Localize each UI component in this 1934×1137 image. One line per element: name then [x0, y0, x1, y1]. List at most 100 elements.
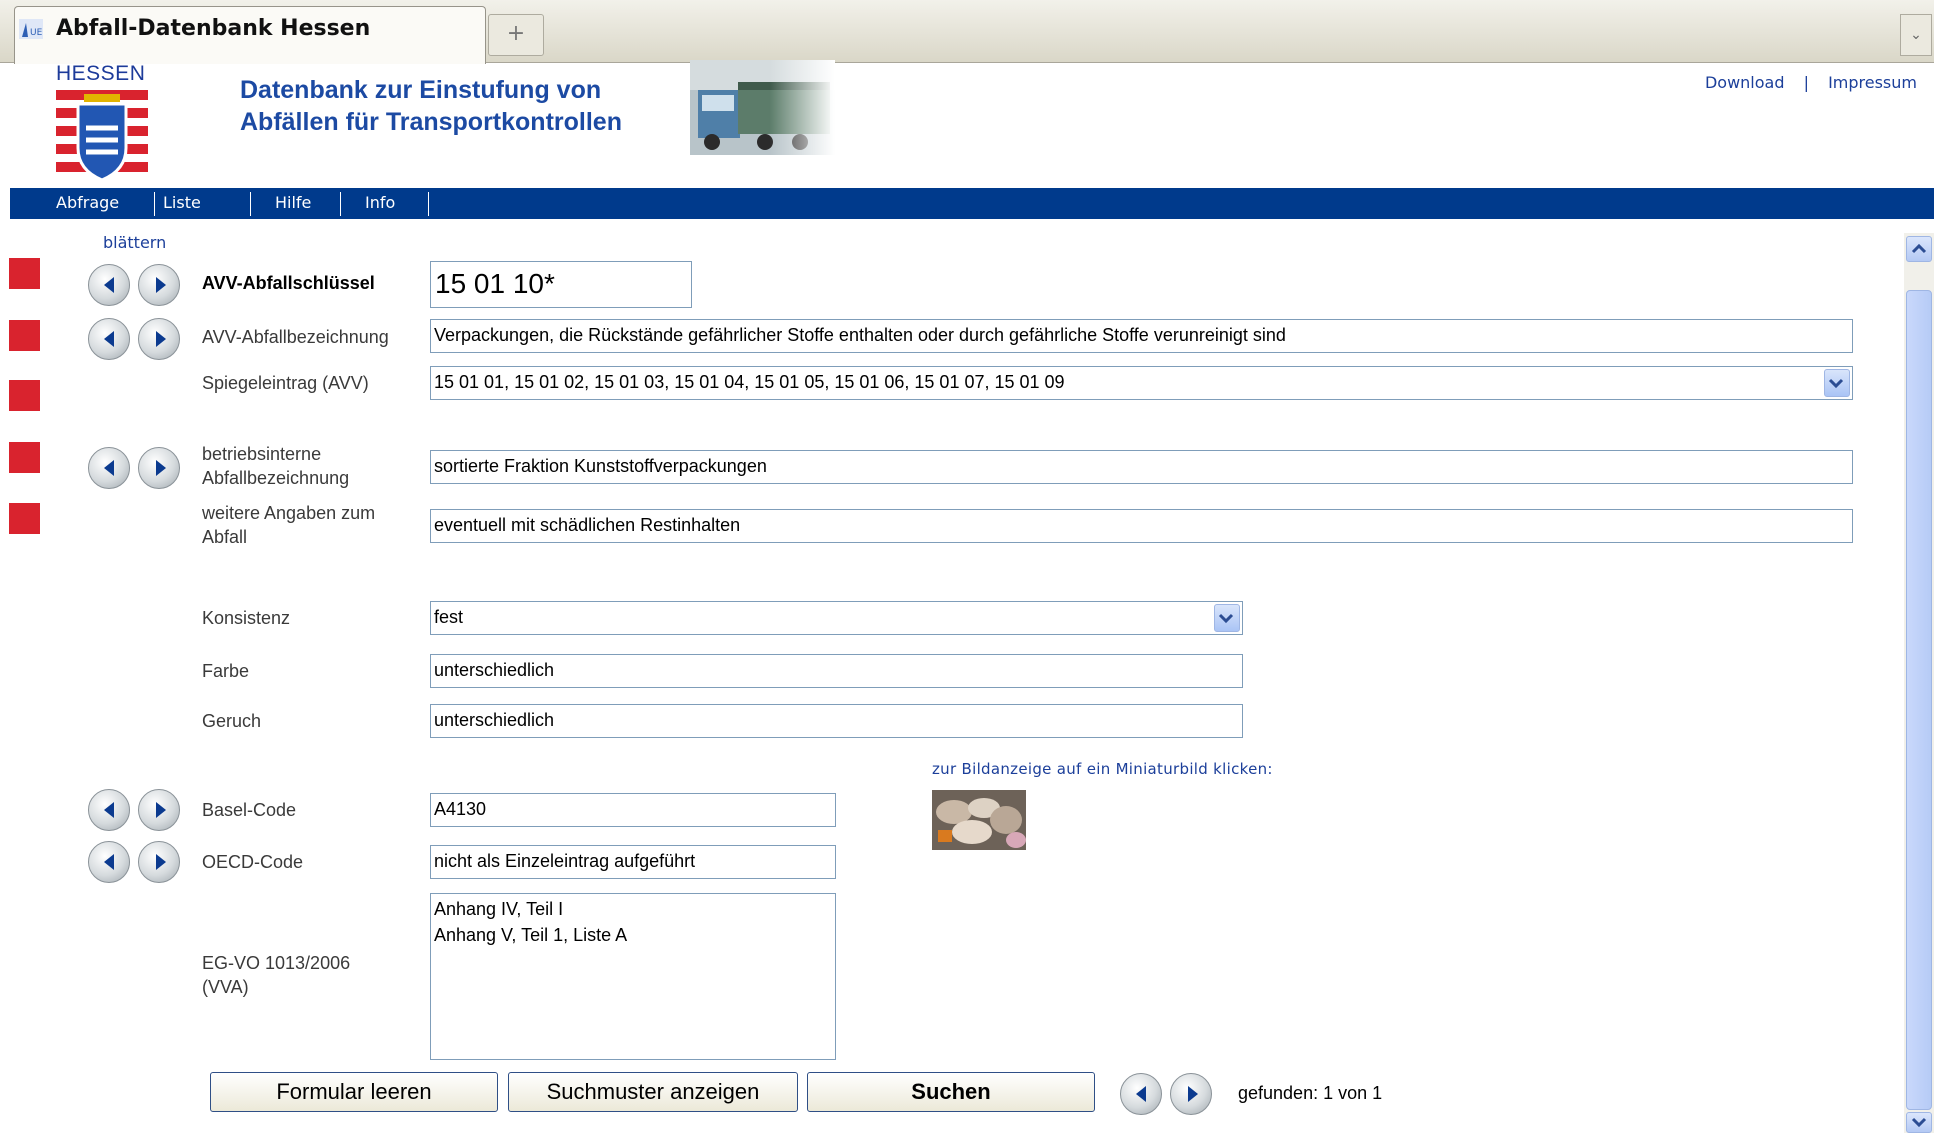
scrollbar-thumb[interactable] — [1906, 290, 1932, 1110]
scroll-down-button[interactable] — [1906, 1112, 1932, 1133]
internal-name-label-line1: betriebsinterne — [202, 444, 322, 464]
chevron-down-icon — [1828, 378, 1844, 389]
eg-vo-line: Anhang IV, Teil I — [434, 899, 564, 919]
link-separator: | — [1803, 73, 1809, 92]
tab-list-menu-button[interactable]: ⌄ — [1900, 14, 1932, 56]
next-arrow-button[interactable] — [138, 841, 180, 883]
result-count-text: gefunden: 1 von 1 — [1238, 1083, 1383, 1103]
required-marker — [9, 258, 40, 289]
nav-item-liste[interactable]: Liste — [163, 193, 201, 212]
nav-item-info[interactable]: Info — [365, 193, 395, 212]
further-info-label-line2: Abfall — [202, 527, 248, 547]
eg-vo-textarea[interactable]: Anhang IV, Teil I Anhang V, Teil 1, List… — [430, 893, 836, 1060]
nav-item-hilfe[interactable]: Hilfe — [275, 193, 311, 212]
previous-arrow-button[interactable] — [88, 318, 130, 360]
consistency-select[interactable]: fest — [430, 601, 1243, 635]
next-result-button[interactable] — [1170, 1073, 1212, 1115]
arrow-right-icon — [156, 802, 166, 818]
eg-vo-label: EG-VO 1013/2006 (VVA) — [202, 951, 350, 999]
hessen-coat-of-arms-logo — [56, 90, 148, 182]
nav-divider — [154, 192, 155, 216]
top-links: Download | Impressum — [1705, 73, 1917, 92]
arrow-left-icon — [104, 460, 114, 476]
truck-header-image — [690, 60, 835, 155]
site-title: Datenbank zur Einstufung von Abfällen fü… — [240, 74, 622, 138]
site-title-line2: Abfällen für Transportkontrollen — [240, 108, 622, 136]
next-arrow-button[interactable] — [138, 789, 180, 831]
internal-name-input[interactable]: sortierte Fraktion Kunststoffverpackunge… — [430, 450, 1853, 484]
further-info-label-line1: weitere Angaben zum — [202, 503, 376, 523]
basel-code-input[interactable]: A4130 — [430, 793, 836, 827]
nav-divider — [250, 192, 251, 216]
smell-input[interactable]: unterschiedlich — [430, 704, 1243, 738]
scroll-up-button[interactable] — [1906, 236, 1932, 262]
required-marker — [9, 320, 40, 351]
eg-vo-label-line1: EG-VO 1013/2006 — [202, 953, 351, 973]
color-label: Farbe — [202, 661, 250, 681]
arrow-left-icon — [104, 854, 114, 870]
arrow-left-icon — [104, 802, 114, 818]
dropdown-button[interactable] — [1824, 369, 1850, 397]
browser-tab-title: Abfall-Datenbank Hessen — [56, 16, 371, 41]
arrow-left-icon — [1136, 1086, 1146, 1102]
required-marker — [9, 442, 40, 473]
consistency-label: Konsistenz — [202, 608, 291, 628]
arrow-right-icon — [156, 460, 166, 476]
avv-name-label: AVV-Abfallbezeichnung — [202, 327, 389, 347]
next-arrow-button[interactable] — [138, 264, 180, 306]
chevron-down-icon — [1911, 1117, 1927, 1128]
waste-thumbnail-image[interactable] — [932, 790, 1026, 850]
mirror-entry-value: 15 01 01, 15 01 02, 15 01 03, 15 01 04, … — [434, 372, 1065, 392]
next-arrow-button[interactable] — [138, 318, 180, 360]
arrow-right-icon — [156, 331, 166, 347]
previous-arrow-button[interactable] — [88, 264, 130, 306]
dropdown-button[interactable] — [1214, 604, 1240, 632]
internal-name-label-line2: Abfallbezeichnung — [202, 468, 350, 488]
chevron-down-icon — [1218, 613, 1234, 624]
logo-hessen-text: HESSEN — [56, 62, 146, 85]
nav-divider — [340, 192, 341, 216]
next-arrow-button[interactable] — [138, 447, 180, 489]
new-tab-button[interactable]: + — [488, 14, 544, 56]
previous-arrow-button[interactable] — [88, 789, 130, 831]
required-marker — [9, 380, 40, 411]
mirror-entry-select[interactable]: 15 01 01, 15 01 02, 15 01 03, 15 01 04, … — [430, 366, 1853, 400]
blaettern-label: blättern — [103, 233, 167, 252]
nav-item-abfrage[interactable]: Abfrage — [56, 193, 119, 212]
previous-result-button[interactable] — [1120, 1073, 1162, 1115]
impressum-link[interactable]: Impressum — [1828, 73, 1917, 92]
oecd-code-label: OECD-Code — [202, 852, 304, 872]
chevron-up-icon — [1911, 243, 1927, 254]
site-favicon-icon: UE — [19, 19, 43, 39]
previous-arrow-button[interactable] — [88, 841, 130, 883]
avv-key-input[interactable]: 15 01 10* — [430, 261, 692, 308]
main-nav-bar: Abfrage Liste Hilfe Info — [10, 188, 1934, 219]
consistency-value: fest — [434, 607, 464, 627]
eg-vo-label-line2: (VVA) — [202, 977, 249, 997]
nav-divider — [428, 192, 429, 216]
internal-name-label: betriebsinterne Abfallbezeichnung — [202, 442, 349, 490]
basel-code-label: Basel-Code — [202, 800, 297, 820]
avv-name-input[interactable]: Verpackungen, die Rückstände gefährliche… — [430, 319, 1853, 353]
arrow-left-icon — [104, 277, 114, 293]
clear-form-button[interactable]: Formular leeren — [210, 1072, 498, 1112]
thumbnail-hint: zur Bildanzeige auf ein Miniaturbild kli… — [932, 760, 1273, 778]
search-button[interactable]: Suchen — [807, 1072, 1095, 1112]
download-link[interactable]: Download — [1705, 73, 1785, 92]
oecd-code-input[interactable]: nicht als Einzeleintrag aufgeführt — [430, 845, 836, 879]
color-input[interactable]: unterschiedlich — [430, 654, 1243, 688]
further-info-input[interactable]: eventuell mit schädlichen Restinhalten — [430, 509, 1853, 543]
previous-arrow-button[interactable] — [88, 447, 130, 489]
required-marker — [9, 503, 40, 534]
arrow-left-icon — [104, 331, 114, 347]
arrow-right-icon — [156, 277, 166, 293]
further-info-label: weitere Angaben zum Abfall — [202, 501, 375, 549]
avv-key-label: AVV-Abfallschlüssel — [202, 273, 375, 293]
arrow-right-icon — [156, 854, 166, 870]
mirror-entry-label: Spiegeleintrag (AVV) — [202, 373, 369, 393]
site-title-line1: Datenbank zur Einstufung von — [240, 76, 602, 104]
show-search-pattern-button[interactable]: Suchmuster anzeigen — [508, 1072, 798, 1112]
eg-vo-line: Anhang V, Teil 1, Liste A — [434, 925, 628, 945]
smell-label: Geruch — [202, 711, 262, 731]
arrow-right-icon — [1188, 1086, 1198, 1102]
